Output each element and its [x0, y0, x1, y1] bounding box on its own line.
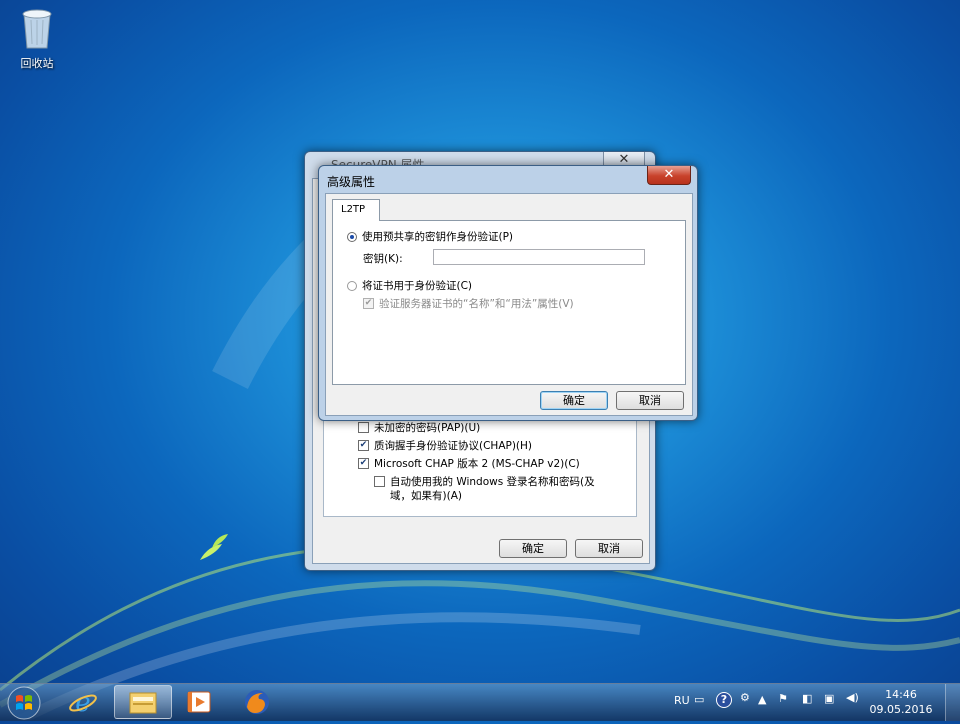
advanced-properties-titlebar[interactable]: 高级属性 ✕ [319, 166, 697, 194]
mschapv2-label: Microsoft CHAP 版本 2 (MS-CHAP v2)(C) [374, 458, 580, 470]
vpn-ok-button[interactable]: 确定 [499, 539, 567, 558]
psk-radio[interactable] [347, 231, 357, 242]
network-icon[interactable]: ◧ [802, 692, 812, 705]
auto-login-line2-row: 域，如果有)(A) [390, 488, 462, 503]
dialog-ok-button[interactable]: 确定 [540, 391, 608, 410]
auto-login-label-line2: 域，如果有)(A) [390, 490, 462, 502]
cert-option[interactable]: 将证书用于身份验证(C) [347, 278, 472, 293]
auto-login-checkbox[interactable] [374, 476, 385, 487]
show-hidden-icons-icon[interactable]: ▲ [758, 693, 766, 706]
key-row: 密钥(K): [363, 251, 403, 266]
taskbar: e RU ▭ ? ⚙ ▲ ⚑ ◧ ▣ ◀) 14:46 09.05.2016 [0, 683, 960, 721]
chap-option[interactable]: ✔ 质询握手身份验证协议(CHAP)(H) [358, 438, 532, 453]
taskbar-ie[interactable]: e [54, 685, 112, 719]
advanced-properties-title: 高级属性 [327, 175, 376, 189]
chap-label: 质询握手身份验证协议(CHAP)(H) [374, 440, 533, 452]
auto-login-label-line1: 自动使用我的 Windows 登录名称和密码(及 [390, 476, 595, 488]
pap-option[interactable]: 未加密的密码(PAP)(U) [358, 420, 480, 435]
taskbar-firefox[interactable] [228, 685, 286, 719]
taskbar-media-player[interactable] [170, 685, 228, 719]
flag-icon[interactable]: ⚑ [778, 692, 788, 705]
key-label: 密钥(K): [363, 253, 403, 265]
clock-date: 09.05.2016 [869, 703, 933, 716]
mschapv2-checkbox[interactable]: ✔ [358, 458, 369, 469]
recycle-bin-icon [22, 9, 52, 49]
keyboard-icon[interactable]: ▭ [694, 693, 704, 706]
settings-icon[interactable]: ⚙ [740, 691, 750, 704]
chap-checkbox[interactable]: ✔ [358, 440, 369, 451]
verify-server-cert-checkbox[interactable]: ✔ [363, 298, 374, 309]
vpn-cancel-button[interactable]: 取消 [575, 539, 643, 558]
ie-icon: e [69, 688, 97, 718]
cert-option-label: 将证书用于身份验证(C) [362, 280, 473, 292]
dialog-cancel-button[interactable]: 取消 [616, 391, 684, 410]
explorer-icon [129, 692, 157, 714]
volume-icon[interactable]: ◀) [846, 691, 859, 704]
start-button[interactable] [4, 685, 44, 721]
svg-text:e: e [75, 688, 90, 718]
auto-login-option[interactable]: 自动使用我的 Windows 登录名称和密码(及 [374, 474, 595, 489]
psk-option-label: 使用预共享的密钥作身份验证(P) [362, 231, 514, 243]
clock-time: 14:46 [885, 688, 917, 701]
psk-option[interactable]: 使用预共享的密钥作身份验证(P) [347, 229, 513, 244]
tab-l2tp[interactable]: L2TP [332, 199, 380, 221]
recycle-bin-label: 回收站 [20, 57, 54, 70]
l2tp-tab-panel: 使用预共享的密钥作身份验证(P) 密钥(K): 将证书用于身份验证(C) ✔ 验… [332, 220, 686, 385]
advanced-properties-close-button[interactable]: ✕ [647, 166, 691, 185]
show-desktop-button[interactable] [945, 684, 960, 721]
pap-label: 未加密的密码(PAP)(U) [374, 422, 481, 434]
firefox-icon [245, 690, 269, 714]
preshared-key-input[interactable] [433, 249, 645, 265]
verify-server-cert-label: 验证服务器证书的“名称”和“用法”属性(V) [379, 298, 574, 310]
pap-checkbox[interactable] [358, 422, 369, 433]
clock[interactable]: 14:46 09.05.2016 [866, 687, 936, 717]
cert-radio[interactable] [347, 280, 357, 291]
windows-start-icon [7, 686, 41, 720]
verify-server-cert-option[interactable]: ✔ 验证服务器证书的“名称”和“用法”属性(V) [363, 296, 574, 311]
auth-protocols-panel: 未加密的密码(PAP)(U) ✔ 质询握手身份验证协议(CHAP)(H) ✔ M… [323, 413, 637, 517]
advanced-properties-client: L2TP 使用预共享的密钥作身份验证(P) 密钥(K): 将证书用于身份验证(C… [325, 193, 693, 416]
display-icon[interactable]: ▣ [824, 692, 834, 705]
advanced-properties-dialog[interactable]: 高级属性 ✕ L2TP 使用预共享的密钥作身份验证(P) 密钥(K): 将证书用… [318, 165, 698, 421]
media-player-icon [187, 691, 211, 713]
mschapv2-option[interactable]: ✔ Microsoft CHAP 版本 2 (MS-CHAP v2)(C) [358, 456, 580, 471]
recycle-bin[interactable]: 回收站 [10, 6, 64, 71]
language-indicator[interactable]: RU [674, 694, 690, 707]
taskbar-explorer[interactable] [114, 685, 172, 719]
help-icon[interactable]: ? [716, 692, 732, 708]
